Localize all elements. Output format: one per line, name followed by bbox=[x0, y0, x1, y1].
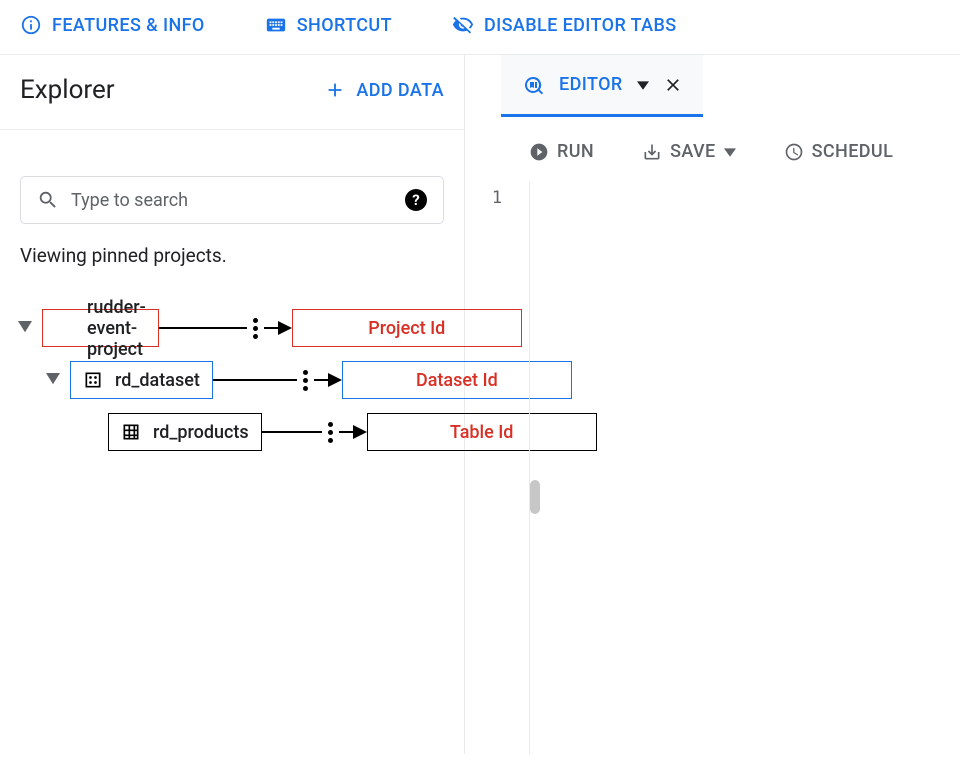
explorer-title: Explorer bbox=[20, 75, 115, 105]
run-button[interactable]: RUN bbox=[529, 141, 594, 162]
chevron-down-icon[interactable] bbox=[724, 146, 736, 158]
line-number: 1 bbox=[465, 188, 529, 208]
topbar: FEATURES & INFO SHORTCUT DISABLE EDITOR … bbox=[0, 0, 960, 55]
tab-strip: EDITOR bbox=[465, 55, 960, 117]
search-icon bbox=[37, 189, 59, 211]
dataset-name: rd_dataset bbox=[115, 370, 200, 391]
save-icon bbox=[642, 142, 662, 162]
annotation-arrow bbox=[159, 318, 292, 339]
annotation-arrow bbox=[262, 422, 367, 443]
save-button[interactable]: SAVE bbox=[642, 141, 736, 162]
save-label: SAVE bbox=[670, 141, 716, 162]
play-icon bbox=[529, 142, 549, 162]
help-icon[interactable]: ? bbox=[405, 189, 427, 211]
schedule-label: SCHEDUL bbox=[812, 141, 894, 162]
features-info-button[interactable]: FEATURES & INFO bbox=[20, 14, 205, 36]
shortcut-label: SHORTCUT bbox=[297, 15, 392, 36]
project-name: rudder-event-project bbox=[87, 297, 146, 360]
tree-row-project: rudder-event-project Project Id bbox=[18, 309, 464, 347]
close-icon[interactable] bbox=[663, 75, 683, 95]
expand-icon[interactable] bbox=[46, 373, 60, 387]
main-panels: Explorer ADD DATA Type to search ? Viewi… bbox=[0, 55, 960, 754]
features-info-label: FEATURES & INFO bbox=[52, 15, 205, 36]
disable-tabs-button[interactable]: DISABLE EDITOR TABS bbox=[452, 14, 677, 36]
shortcut-button[interactable]: SHORTCUT bbox=[265, 14, 392, 36]
expand-icon[interactable] bbox=[18, 321, 32, 335]
dataset-icon bbox=[83, 370, 103, 390]
search-placeholder: Type to search bbox=[71, 190, 393, 211]
tab-editor[interactable]: EDITOR bbox=[501, 55, 703, 117]
project-node[interactable]: rudder-event-project bbox=[42, 309, 159, 347]
keyboard-icon bbox=[265, 14, 287, 36]
clock-icon bbox=[784, 142, 804, 162]
explorer-panel: Explorer ADD DATA Type to search ? Viewi… bbox=[0, 55, 464, 754]
schedule-button[interactable]: SCHEDUL bbox=[784, 141, 894, 162]
run-label: RUN bbox=[557, 141, 594, 162]
disable-tabs-label: DISABLE EDITOR TABS bbox=[484, 15, 677, 36]
dataset-node[interactable]: rd_dataset bbox=[70, 361, 213, 399]
info-icon bbox=[20, 14, 42, 36]
add-data-button[interactable]: ADD DATA bbox=[324, 79, 444, 101]
tree-row-dataset: rd_dataset Dataset Id bbox=[18, 361, 464, 399]
project-icon bbox=[55, 318, 75, 338]
visibility-off-icon bbox=[452, 14, 474, 36]
project-annotation: Project Id bbox=[292, 309, 522, 347]
code-area[interactable] bbox=[529, 182, 960, 754]
editor-toolbar: RUN SAVE SCHEDUL bbox=[465, 117, 960, 182]
scrollbar-thumb[interactable] bbox=[530, 480, 540, 514]
line-gutter: 1 bbox=[465, 182, 529, 754]
plus-icon bbox=[324, 79, 346, 101]
kebab-icon[interactable] bbox=[328, 422, 333, 443]
add-data-label: ADD DATA bbox=[356, 80, 444, 101]
table-node[interactable]: rd_products bbox=[108, 413, 262, 451]
viewing-status: Viewing pinned projects. bbox=[0, 224, 464, 267]
tab-label: EDITOR bbox=[559, 74, 623, 95]
resource-tree: rudder-event-project Project Id rd_datas bbox=[0, 267, 464, 465]
kebab-icon[interactable] bbox=[303, 370, 308, 391]
tree-row-table: rd_products Table Id bbox=[18, 413, 464, 451]
annotation-arrow bbox=[213, 370, 342, 391]
chevron-down-icon[interactable] bbox=[637, 79, 649, 91]
explorer-header: Explorer ADD DATA bbox=[0, 55, 464, 130]
query-icon bbox=[521, 73, 545, 97]
editor-area[interactable]: 1 bbox=[465, 182, 960, 754]
kebab-icon[interactable] bbox=[253, 318, 258, 339]
editor-panel: EDITOR RUN SAVE SCHEDUL 1 bbox=[464, 55, 960, 754]
table-name: rd_products bbox=[153, 422, 249, 443]
table-icon bbox=[121, 422, 141, 442]
search-input[interactable]: Type to search ? bbox=[20, 176, 444, 224]
